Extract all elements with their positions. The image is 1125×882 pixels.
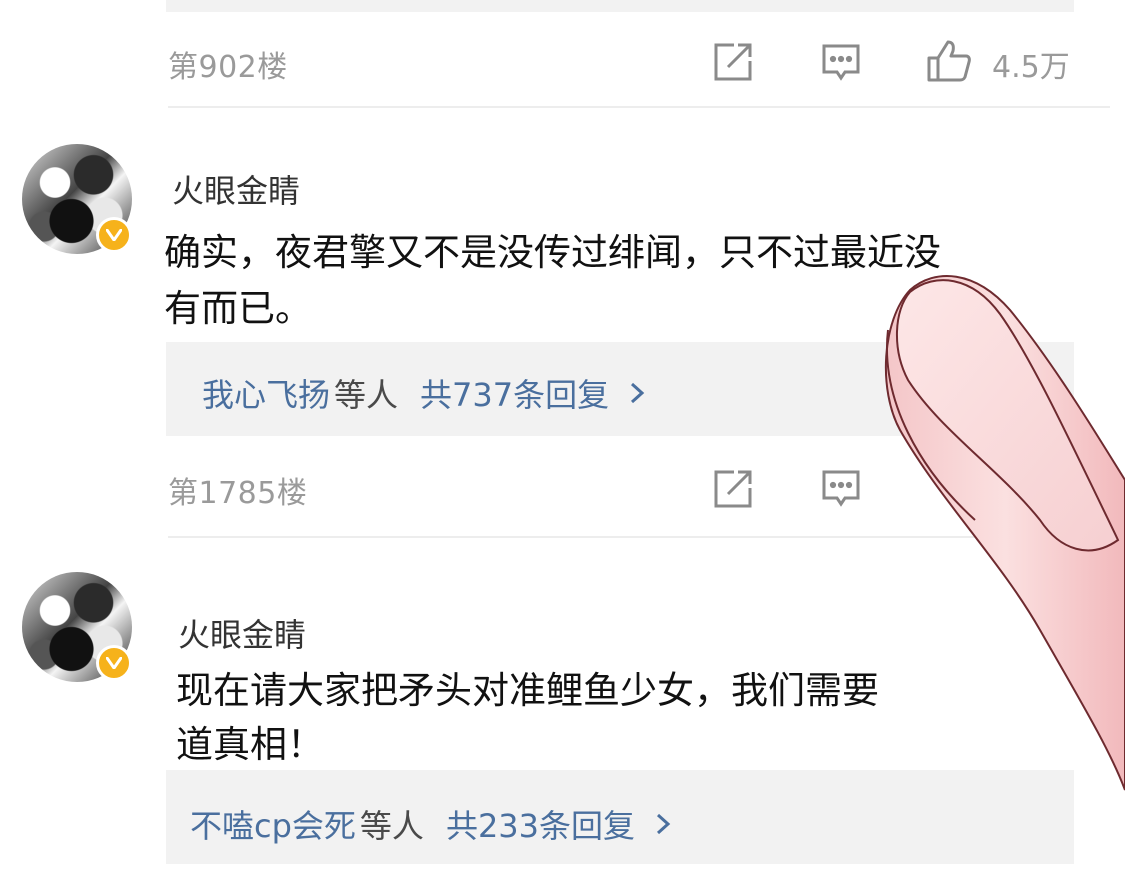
- share-icon[interactable]: [712, 468, 754, 510]
- reply-count-link[interactable]: 共233条回复: [446, 801, 635, 847]
- comment-text-line-1: 确实，夜君擎又不是没传过绯闻，只不过最近没: [164, 231, 941, 274]
- floor-label: 第902楼: [168, 50, 288, 85]
- chevron-right-icon: [653, 809, 675, 839]
- reply-others-label: 等人: [334, 376, 399, 414]
- share-icon[interactable]: [712, 41, 754, 83]
- thumbs-up-icon[interactable]: [926, 38, 972, 84]
- comment-icon[interactable]: [820, 42, 862, 84]
- reply-user-link[interactable]: 不嗑cp会死: [190, 801, 356, 847]
- comment-text-line-1: 现在请大家把矛头对准鲤鱼少女，我们需要: [176, 669, 879, 712]
- divider: [168, 106, 1110, 108]
- reply-preview-box[interactable]: 我心飞扬 等人 共737条回复: [166, 342, 1074, 436]
- reply-others-label: 等人: [359, 807, 424, 845]
- username[interactable]: 火眼金睛: [172, 166, 300, 212]
- reply-user-link[interactable]: 我心飞扬: [202, 370, 330, 416]
- like-count: 4.5万: [992, 50, 1070, 85]
- previous-reply-box: [166, 0, 1074, 12]
- chevron-right-icon: [627, 378, 649, 408]
- comment-text-line-2: 道真相！: [176, 723, 324, 766]
- reply-preview-box[interactable]: 不嗑cp会死 等人 共233条回复: [166, 770, 1074, 864]
- reply-count-link[interactable]: 共737条回复: [420, 370, 609, 416]
- comment-icon[interactable]: [820, 468, 862, 510]
- username[interactable]: 火眼金睛: [178, 610, 306, 656]
- divider: [168, 536, 1110, 538]
- verified-badge-icon: [96, 645, 132, 681]
- floor-label: 第1785楼: [168, 476, 308, 511]
- comment-text-line-2: 有而已。: [164, 287, 312, 330]
- verified-badge-icon: [96, 217, 132, 253]
